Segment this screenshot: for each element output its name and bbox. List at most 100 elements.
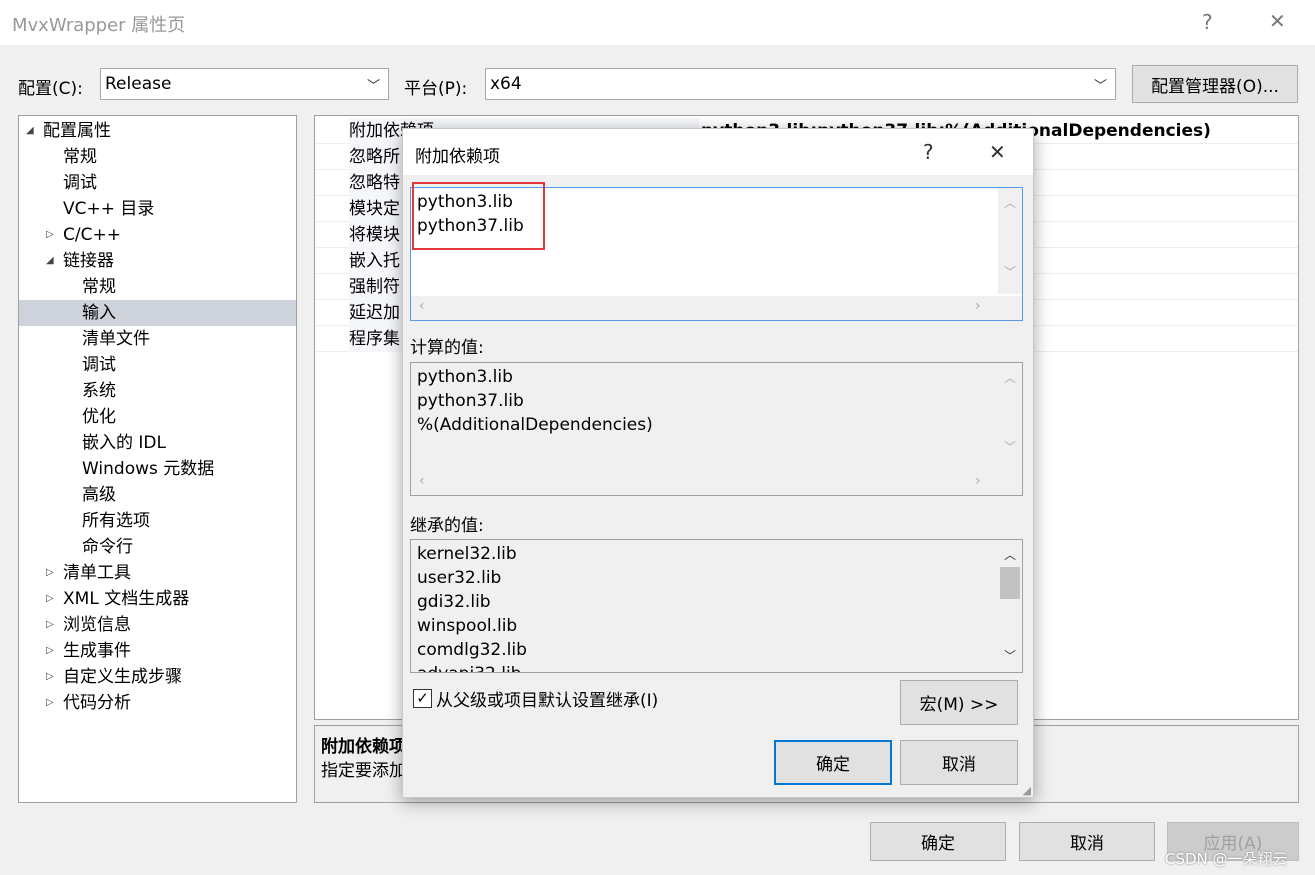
tree-item[interactable]: 命令行	[19, 534, 296, 560]
evaluated-label: 计算的值:	[410, 338, 484, 358]
tree-item[interactable]: ◢ 链接器	[19, 248, 296, 274]
dialog-close-button[interactable]: ✕	[989, 140, 1006, 164]
dialog-title: 附加依赖项	[415, 147, 500, 167]
tree-item[interactable]: ▷ 生成事件	[19, 638, 296, 664]
text-line: %(AdditionalDependencies)	[417, 415, 653, 435]
text-line: user32.lib	[417, 568, 502, 588]
config-select[interactable]: Release ﹀	[100, 68, 389, 100]
tree-item-label: 浏览信息	[63, 615, 131, 635]
expand-arrow-icon[interactable]: ▷	[46, 690, 54, 716]
config-manager-button[interactable]: 配置管理器(O)...	[1132, 65, 1298, 103]
dialog-cancel-button[interactable]: 取消	[900, 740, 1018, 785]
collapse-arrow-icon[interactable]: ◢	[26, 118, 34, 144]
tree-item-label: C/C++	[63, 225, 121, 245]
macros-button[interactable]: 宏(M) >>	[900, 680, 1018, 725]
scroll-thumb[interactable]	[1000, 567, 1020, 599]
resize-grip-icon[interactable]: ◢	[1023, 784, 1031, 797]
tree-item[interactable]: 调试	[19, 170, 296, 196]
tree-item-label: 常规	[63, 147, 97, 167]
title-bar: MvxWrapper 属性页 ? ✕	[0, 0, 1315, 45]
inherit-checkbox[interactable]: ✓	[413, 689, 432, 708]
evaluated-values: python3.lib python37.lib %(AdditionalDepen…	[410, 362, 1023, 496]
tree-item-label: 所有选项	[82, 511, 150, 531]
text-line: gdi32.lib	[417, 592, 491, 612]
window-title: MvxWrapper 属性页	[12, 15, 186, 36]
dialog-ok-button[interactable]: 确定	[774, 740, 892, 785]
tree-item[interactable]: ▷ C/C++	[19, 222, 296, 248]
tree-item[interactable]: 常规	[19, 144, 296, 170]
tree-item[interactable]: ▷ 自定义生成步骤	[19, 664, 296, 690]
description-title: 附加依赖项	[321, 737, 406, 757]
horizontal-scrollbar[interactable]: ‹ ›	[411, 296, 1022, 320]
text-line: kernel32.lib	[417, 544, 517, 564]
tree-item[interactable]: 高级	[19, 482, 296, 508]
highlight-box	[412, 182, 545, 250]
ok-button[interactable]: 确定	[870, 822, 1006, 861]
tree-item-label: 调试	[63, 173, 97, 193]
collapse-arrow-icon[interactable]: ◢	[46, 248, 54, 274]
tree-item[interactable]: 系统	[19, 378, 296, 404]
tree-item-label: 配置属性	[43, 121, 111, 141]
tree-item[interactable]: 优化	[19, 404, 296, 430]
tree-item[interactable]: 嵌入的 IDL	[19, 430, 296, 456]
expand-arrow-icon[interactable]: ▷	[46, 664, 54, 690]
tree-item-label: 优化	[82, 407, 116, 427]
config-label: 配置(C):	[18, 79, 83, 99]
tree-item-label: 输入	[82, 303, 116, 323]
text-line: python3.lib	[417, 367, 513, 387]
platform-value: x64	[490, 74, 522, 94]
text-line: advapi32.lib	[417, 662, 521, 672]
tree-item-label: 系统	[82, 381, 116, 401]
vertical-scrollbar[interactable]: ︿ ﹀	[998, 188, 1022, 294]
tree-item-label: 高级	[82, 485, 116, 505]
tree-item-label: 自定义生成步骤	[63, 667, 182, 687]
tree-item[interactable]: 调试	[19, 352, 296, 378]
tree-item-label: VC++ 目录	[63, 199, 155, 219]
inherit-checkbox-row[interactable]: ✓ 从父级或项目默认设置继承(I)	[413, 686, 658, 711]
tree-item[interactable]: 清单文件	[19, 326, 296, 352]
tree-item[interactable]: Windows 元数据	[19, 456, 296, 482]
config-value: Release	[105, 74, 172, 94]
vertical-scrollbar[interactable]: ︿ ﹀	[998, 363, 1022, 469]
tree-item-label: 清单文件	[82, 329, 150, 349]
expand-arrow-icon[interactable]: ▷	[46, 612, 54, 638]
description-text: 指定要添加	[321, 761, 406, 781]
expand-arrow-icon[interactable]: ▷	[46, 560, 54, 586]
platform-select[interactable]: x64 ﹀	[485, 68, 1116, 100]
tree-item[interactable]: ▷ 代码分析	[19, 690, 296, 716]
tree-item[interactable]: VC++ 目录	[19, 196, 296, 222]
help-button[interactable]: ?	[1202, 10, 1213, 34]
tree-item[interactable]: 输入	[19, 300, 296, 326]
tree-item[interactable]: 所有选项	[19, 508, 296, 534]
dialog-title-bar: 附加依赖项 ? ✕	[403, 129, 1033, 175]
tree-item-label: 代码分析	[63, 693, 131, 713]
tree-item[interactable]: 常规	[19, 274, 296, 300]
horizontal-scrollbar[interactable]: ‹ ›	[411, 471, 1022, 495]
text-line: comdlg32.lib	[417, 640, 527, 660]
expand-arrow-icon[interactable]: ▷	[46, 586, 54, 612]
tree-item-label: 调试	[82, 355, 116, 375]
tree-item-label: XML 文档生成器	[63, 589, 190, 609]
tree-item-label: 生成事件	[63, 641, 131, 661]
dialog-help-button[interactable]: ?	[923, 140, 934, 164]
tree-item-label: 命令行	[82, 537, 133, 557]
property-tree[interactable]: ◢ 配置属性 常规 调试 VC++ 目录 ▷ C/C++ ◢ 链接器 常规 输入 清单文件 调试 系统 优化…	[18, 115, 297, 803]
expand-arrow-icon[interactable]: ▷	[46, 638, 54, 664]
close-button[interactable]: ✕	[1269, 9, 1286, 33]
tree-item-label: 嵌入的 IDL	[82, 433, 166, 453]
tree-item[interactable]: ◢ 配置属性	[19, 118, 296, 144]
cancel-button[interactable]: 取消	[1019, 822, 1155, 861]
additional-dependencies-dialog: 附加依赖项 ? ✕ python3.lib python37.lib ︿ ﹀ ‹ › …	[402, 128, 1034, 798]
tree-item[interactable]: ▷ XML 文档生成器	[19, 586, 296, 612]
tree-item-label: 常规	[82, 277, 116, 297]
vertical-scrollbar[interactable]: ︿ ﹀	[998, 540, 1022, 672]
expand-arrow-icon[interactable]: ▷	[46, 222, 54, 248]
tree-item-label: Windows 元数据	[82, 459, 215, 479]
tree-item[interactable]: ▷ 清单工具	[19, 560, 296, 586]
chevron-down-icon: ﹀	[1093, 79, 1107, 94]
text-line: winspool.lib	[417, 616, 518, 636]
tree-item[interactable]: ▷ 浏览信息	[19, 612, 296, 638]
watermark: CSDN @一朵翔云	[1165, 850, 1288, 868]
inherited-values: kernel32.lib user32.lib gdi32.lib winspool.…	[410, 539, 1023, 673]
text-line: python37.lib	[417, 391, 524, 411]
